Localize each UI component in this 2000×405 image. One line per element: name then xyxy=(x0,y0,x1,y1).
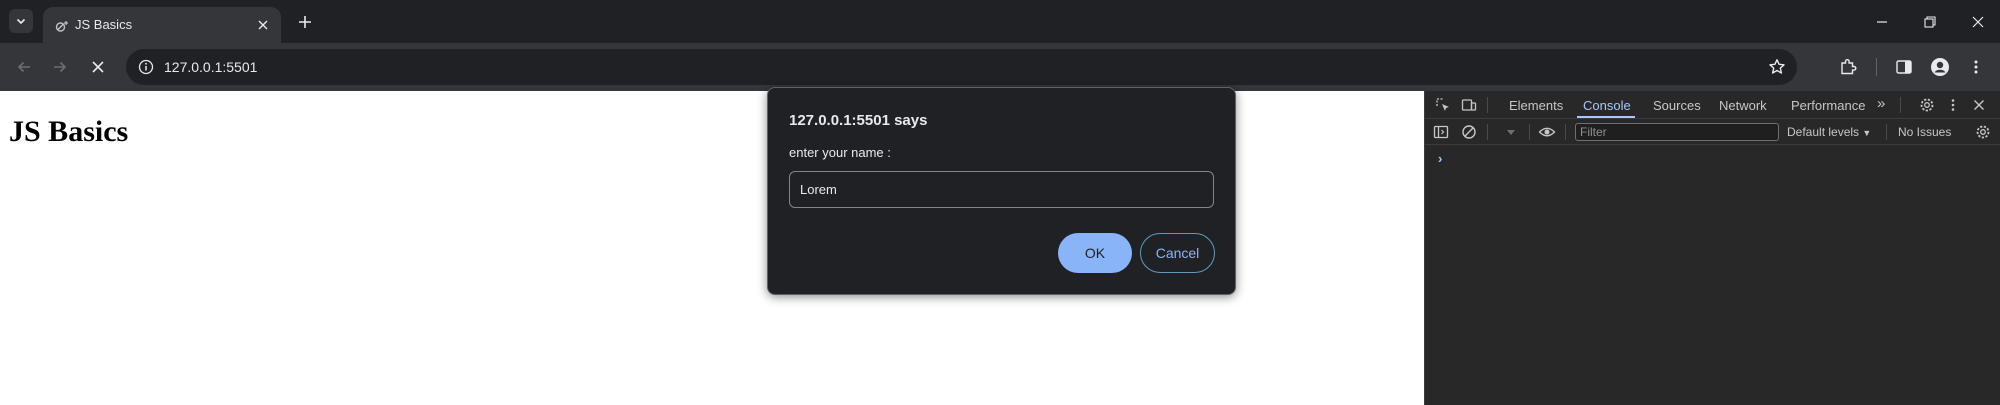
console-filter-input[interactable] xyxy=(1575,123,1779,141)
site-info-icon[interactable] xyxy=(136,57,156,77)
minimize-icon xyxy=(1876,16,1888,28)
devtools-divider xyxy=(1529,124,1530,140)
log-levels-label: Default levels xyxy=(1787,125,1860,139)
devtools-divider xyxy=(1565,124,1566,140)
avatar-icon xyxy=(1930,57,1950,77)
tab-elements[interactable]: Elements xyxy=(1509,98,1563,113)
loading-icon xyxy=(54,18,70,34)
issues-counter[interactable]: No Issues xyxy=(1898,125,1951,139)
restore-button[interactable] xyxy=(1918,10,1942,34)
close-window-button[interactable] xyxy=(1966,10,1990,34)
active-tab-indicator xyxy=(1577,116,1635,118)
side-panel-icon xyxy=(1895,58,1913,76)
console-toolbar: Default levels ▼ No Issues xyxy=(1425,119,2000,145)
restore-icon xyxy=(1924,16,1936,28)
plus-icon xyxy=(298,15,312,29)
bookmark-star-icon[interactable] xyxy=(1767,57,1787,77)
devtools-divider xyxy=(1487,124,1488,140)
clear-console-icon[interactable] xyxy=(1459,122,1479,142)
cancel-button[interactable]: Cancel xyxy=(1140,233,1215,273)
tab-network[interactable]: Network xyxy=(1719,98,1767,113)
settings-gear-icon[interactable] xyxy=(1917,95,1937,115)
sidebar-toggle-icon[interactable] xyxy=(1431,122,1451,142)
close-icon xyxy=(1972,16,1984,28)
extensions-button[interactable] xyxy=(1836,55,1860,79)
stop-loading-button[interactable] xyxy=(86,55,110,79)
close-tab-icon[interactable] xyxy=(253,15,273,35)
tab-search-button[interactable] xyxy=(9,9,33,33)
menu-button[interactable] xyxy=(1964,55,1988,79)
context-dropdown-icon[interactable] xyxy=(1501,122,1521,142)
devtools-divider xyxy=(1487,97,1488,113)
browser-toolbar: 127.0.0.1:5501 xyxy=(0,43,2000,91)
eye-icon[interactable] xyxy=(1537,122,1557,142)
caret-down-icon: ▼ xyxy=(1862,128,1872,138)
tab-console[interactable]: Console xyxy=(1583,98,1631,113)
address-bar[interactable]: 127.0.0.1:5501 xyxy=(126,49,1797,85)
arrow-right-icon xyxy=(52,59,68,75)
more-tabs-button[interactable]: » xyxy=(1877,95,1885,112)
tab-title: JS Basics xyxy=(75,17,133,32)
devtools-tab-bar: Elements Console Sources Network Perform… xyxy=(1425,91,2000,119)
devtools-panel: Elements Console Sources Network Perform… xyxy=(1424,91,2000,405)
kebab-menu-icon[interactable] xyxy=(1943,95,1963,115)
page-title: JS Basics xyxy=(9,115,129,148)
kebab-menu-icon xyxy=(1968,59,1984,75)
device-toolbar-icon[interactable] xyxy=(1459,95,1479,115)
minimize-button[interactable] xyxy=(1870,10,1894,34)
chevron-down-icon xyxy=(15,15,27,27)
log-levels-dropdown[interactable]: Default levels ▼ xyxy=(1787,125,1871,139)
browser-tab[interactable]: JS Basics xyxy=(43,7,281,43)
inspect-element-icon[interactable] xyxy=(1433,95,1453,115)
prompt-dialog: 127.0.0.1:5501 says enter your name : OK… xyxy=(767,87,1236,295)
dialog-message: enter your name : xyxy=(789,145,891,160)
console-prompt-chevron[interactable]: › xyxy=(1438,151,1442,166)
console-settings-gear-icon[interactable] xyxy=(1973,122,1993,142)
tab-sources[interactable]: Sources xyxy=(1653,98,1701,113)
devtools-divider xyxy=(1886,124,1887,140)
prompt-input[interactable] xyxy=(789,171,1214,208)
ok-button[interactable]: OK xyxy=(1058,233,1132,273)
close-icon xyxy=(91,60,105,74)
side-panel-button[interactable] xyxy=(1892,55,1916,79)
devtools-divider xyxy=(1900,97,1901,113)
url-text: 127.0.0.1:5501 xyxy=(164,59,258,75)
toolbar-divider xyxy=(1876,58,1877,76)
arrow-left-icon xyxy=(16,59,32,75)
close-devtools-icon[interactable] xyxy=(1969,95,1989,115)
tab-performance[interactable]: Performance xyxy=(1791,98,1865,113)
forward-button[interactable] xyxy=(48,55,72,79)
new-tab-button[interactable] xyxy=(293,10,317,34)
profile-button[interactable] xyxy=(1928,55,1952,79)
puzzle-icon xyxy=(1839,58,1857,76)
dialog-title: 127.0.0.1:5501 says xyxy=(789,112,928,129)
tab-strip: JS Basics xyxy=(0,0,2000,43)
back-button[interactable] xyxy=(12,55,36,79)
